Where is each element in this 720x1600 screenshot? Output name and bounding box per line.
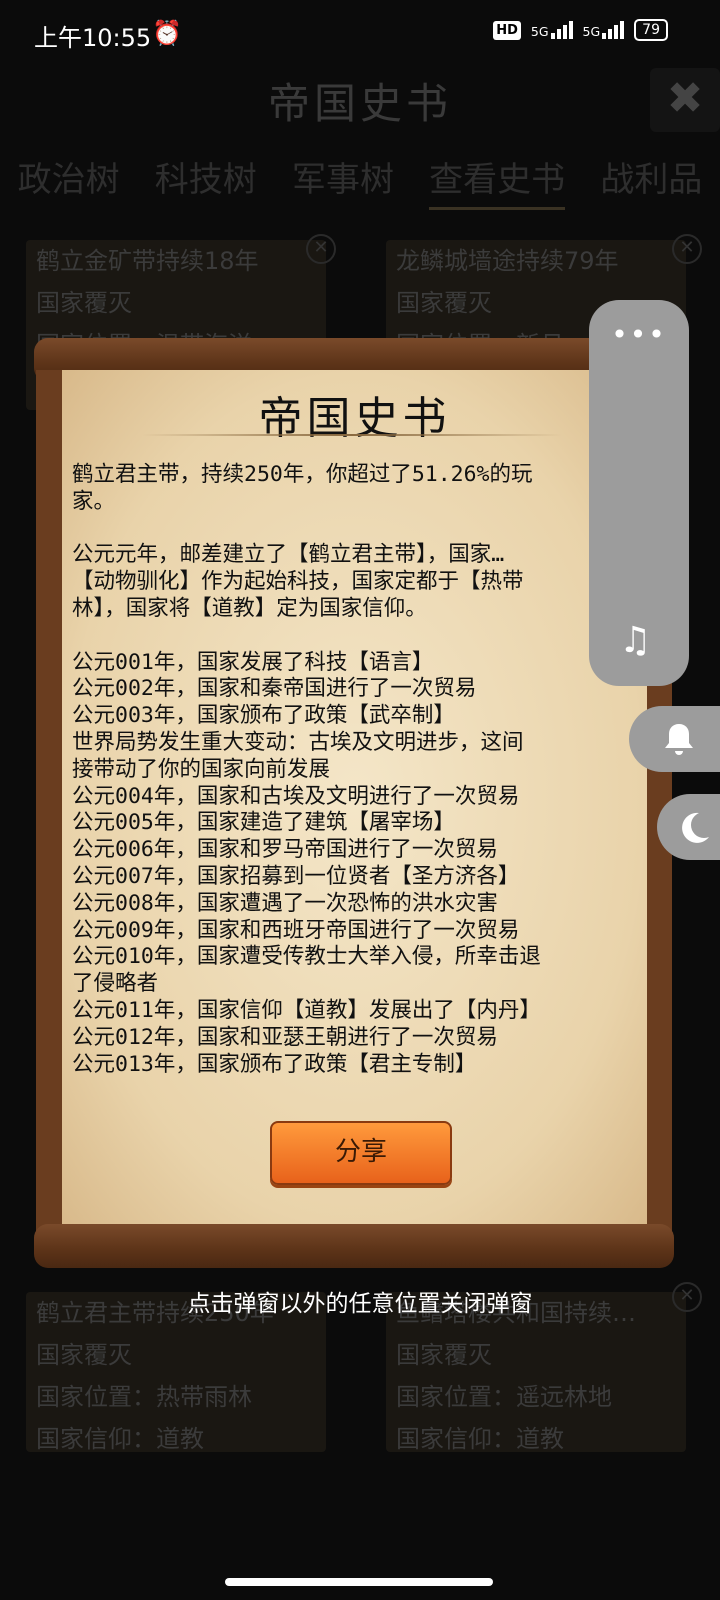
hd-icon: HD <box>493 20 521 40</box>
log-line: 公元元年，邮差建立了【鹤立君主带】，国家… <box>72 542 505 568</box>
scroll-bottom-roll <box>34 1224 674 1268</box>
tab-tech[interactable]: 科技树 <box>155 150 257 210</box>
log-line: 接带动了你的国家向前发展 <box>72 756 331 782</box>
card-line: 鹤立金矿带持续18年 <box>36 247 259 275</box>
card-close-icon[interactable]: ✕ <box>672 234 702 264</box>
tab-loot[interactable]: 战利品 <box>600 150 702 210</box>
battery-icon: 79 <box>634 19 668 41</box>
log-line: 家。 <box>72 488 116 514</box>
card-line: 国家覆灭 <box>396 1341 492 1369</box>
tab-bar: 政治树 科技树 军事树 查看史书 战利品 <box>0 150 720 210</box>
card-line: 国家位置：热带雨林 <box>36 1383 252 1411</box>
network-label-2: 5G <box>582 24 601 39</box>
log-line: 【动物驯化】作为起始科技，国家定都于【热带 <box>72 569 524 595</box>
card-line: 龙鳞城墙途持续79年 <box>396 247 619 275</box>
more-dots-icon[interactable]: ••• <box>589 318 689 351</box>
signal-2: 5G <box>583 21 625 39</box>
log-line: 公元003年，国家颁布了政策【武卒制】 <box>72 703 455 729</box>
moon-icon[interactable] <box>657 794 720 860</box>
close-icon[interactable]: ✖ <box>650 68 720 132</box>
modal-title: 帝国史书 <box>258 393 451 444</box>
log-line: 公元012年，国家和亚瑟王朝进行了一次贸易 <box>72 1024 498 1050</box>
card-line: 国家位置：遥远林地 <box>396 1383 612 1411</box>
history-modal: 帝国史书 鹤立君主带，持续250年，你超过了51.26%的玩 家。 公元元年，邮差… <box>62 370 647 1230</box>
music-off-icon[interactable]: ♫ <box>619 620 651 661</box>
log-line: 公元004年，国家和古埃及文明进行了一次贸易 <box>72 783 520 809</box>
card-line: 国家覆灭 <box>36 289 132 317</box>
log-line: 林】，国家将【道教】定为国家信仰。 <box>72 595 427 621</box>
card-close-icon[interactable]: ✕ <box>306 234 336 264</box>
log-line: 公元001年，国家发展了科技【语言】 <box>72 649 434 675</box>
title-divider <box>142 434 562 436</box>
status-time: 上午10:55 <box>34 24 152 52</box>
tab-politics[interactable]: 政治树 <box>18 150 120 210</box>
bell-icon[interactable] <box>629 706 720 772</box>
signal-1: 5G <box>531 21 573 39</box>
network-label: 5G <box>530 24 549 39</box>
history-log[interactable]: 鹤立君主带，持续250年，你超过了51.26%的玩 家。 公元元年，邮差建立了【鹤… <box>72 462 642 1082</box>
floating-side-panel[interactable]: ••• ♫ <box>589 300 689 686</box>
log-line: 公元009年，国家和西班牙帝国进行了一次贸易 <box>72 917 520 943</box>
log-line: 公元008年，国家遭遇了一次恐怖的洪水灾害 <box>72 890 498 916</box>
alarm-icon: ⏰ <box>152 19 182 47</box>
status-bar: 上午10:55 ⏰ HD 5G 5G 79 <box>0 0 720 66</box>
log-line: 世界局势发生重大变动：古埃及文明进步，这间 <box>72 729 524 755</box>
card-line: 国家覆灭 <box>36 1341 132 1369</box>
card-line: 国家信仰：道教 <box>36 1425 204 1453</box>
status-right: HD 5G 5G 79 <box>493 19 668 41</box>
close-hint: 点击弹窗以外的任意位置关闭弹窗 <box>187 1291 533 1317</box>
tab-history[interactable]: 查看史书 <box>429 150 566 210</box>
log-line: 公元010年，国家遭受传教士大举入侵，所幸击退 <box>72 944 541 970</box>
log-line: 公元013年，国家颁布了政策【君主专制】 <box>72 1051 477 1077</box>
log-line: 公元005年，国家建造了建筑【屠宰场】 <box>72 810 455 836</box>
log-line: 公元006年，国家和罗马帝国进行了一次贸易 <box>72 837 498 863</box>
log-line: 公元007年，国家招募到一位贤者【圣方济各】 <box>72 863 520 889</box>
log-line: 公元002年，国家和秦帝国进行了一次贸易 <box>72 676 477 702</box>
log-line: 鹤立君主带，持续250年，你超过了51.26%的玩 <box>72 462 533 487</box>
share-button[interactable]: 分享 <box>270 1121 452 1185</box>
tab-military[interactable]: 军事树 <box>292 150 394 210</box>
page-title: 帝国史书 <box>267 79 452 128</box>
log-line: 公元011年，国家信仰【道教】发展出了【内丹】 <box>72 997 541 1023</box>
log-line: 了侵略者 <box>72 971 159 997</box>
home-indicator[interactable] <box>225 1578 493 1586</box>
card-line: 国家信仰：道教 <box>396 1425 564 1453</box>
